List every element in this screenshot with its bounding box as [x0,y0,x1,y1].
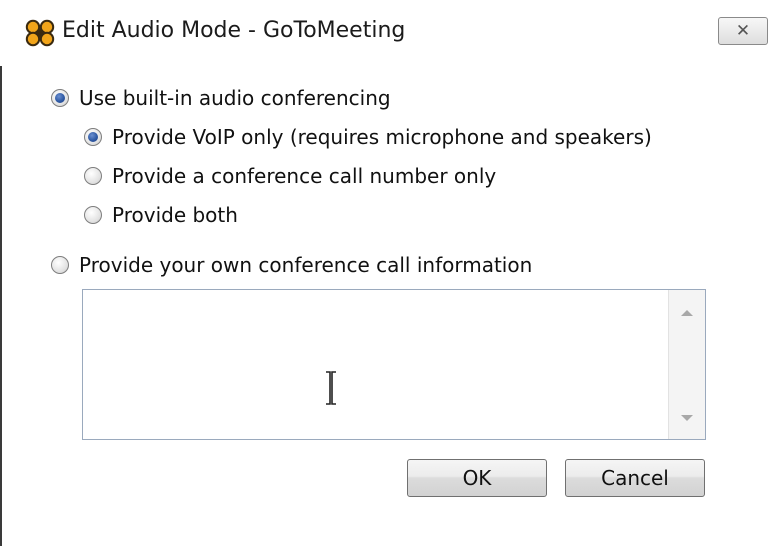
radio-voip-only[interactable] [84,128,102,146]
conference-info-textarea-container [82,289,706,440]
radio-own-conference-info[interactable] [51,256,69,274]
edit-audio-mode-dialog: Edit Audio Mode - GoToMeeting ✕ Use buil… [0,0,780,546]
title-bar[interactable]: Edit Audio Mode - GoToMeeting ✕ [0,0,780,66]
option-builtin-audio-label: Use built-in audio conferencing [79,86,391,110]
option-call-number-only-label: Provide a conference call number only [112,164,497,188]
ok-button[interactable]: OK [407,459,547,497]
conference-info-textarea[interactable] [83,290,669,439]
radio-builtin-audio[interactable] [51,89,69,107]
window-border [0,50,2,546]
window-title: Edit Audio Mode - GoToMeeting [62,18,406,43]
scroll-down-arrow-icon[interactable] [681,415,693,421]
cancel-button[interactable]: Cancel [565,459,705,497]
close-button[interactable]: ✕ [718,17,768,45]
option-call-number-only[interactable]: Provide a conference call number only [84,164,496,188]
radio-provide-both[interactable] [84,206,102,224]
option-own-conference-info[interactable]: Provide your own conference call informa… [51,253,532,277]
text-cursor-ibeam-icon [324,371,338,405]
option-voip-only[interactable]: Provide VoIP only (requires microphone a… [84,125,652,149]
radio-call-number-only[interactable] [84,167,102,185]
option-own-conference-info-label: Provide your own conference call informa… [79,253,533,277]
option-provide-both[interactable]: Provide both [84,203,238,227]
close-icon: ✕ [735,21,751,41]
option-provide-both-label: Provide both [112,203,238,227]
option-voip-only-label: Provide VoIP only (requires microphone a… [112,125,652,149]
scroll-up-arrow-icon[interactable] [681,310,693,316]
option-builtin-audio[interactable]: Use built-in audio conferencing [51,86,391,110]
gotomeeting-flower-icon [24,19,56,47]
vertical-scrollbar[interactable] [668,290,705,439]
